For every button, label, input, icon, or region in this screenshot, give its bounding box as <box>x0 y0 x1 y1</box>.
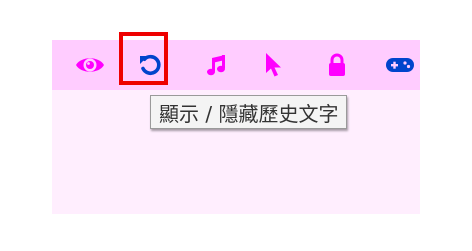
music-note-icon <box>204 53 228 77</box>
eye-icon <box>75 54 105 76</box>
tooltip: 顯示 / 隱藏歷史文字 <box>150 95 348 129</box>
pointer-button[interactable] <box>250 40 296 90</box>
page: 顯示 / 隱藏歷史文字 <box>0 0 472 251</box>
toggle-visibility-button[interactable] <box>67 40 113 90</box>
gamepad-button[interactable] <box>377 40 423 90</box>
lock-icon <box>327 53 347 77</box>
history-text-button[interactable] <box>127 40 173 90</box>
lock-button[interactable] <box>314 40 360 90</box>
gamepad-icon <box>385 55 415 75</box>
mouse-pointer-icon <box>263 52 283 78</box>
rotate-left-icon <box>138 53 162 77</box>
music-button[interactable] <box>193 40 239 90</box>
toolbar <box>52 40 420 90</box>
